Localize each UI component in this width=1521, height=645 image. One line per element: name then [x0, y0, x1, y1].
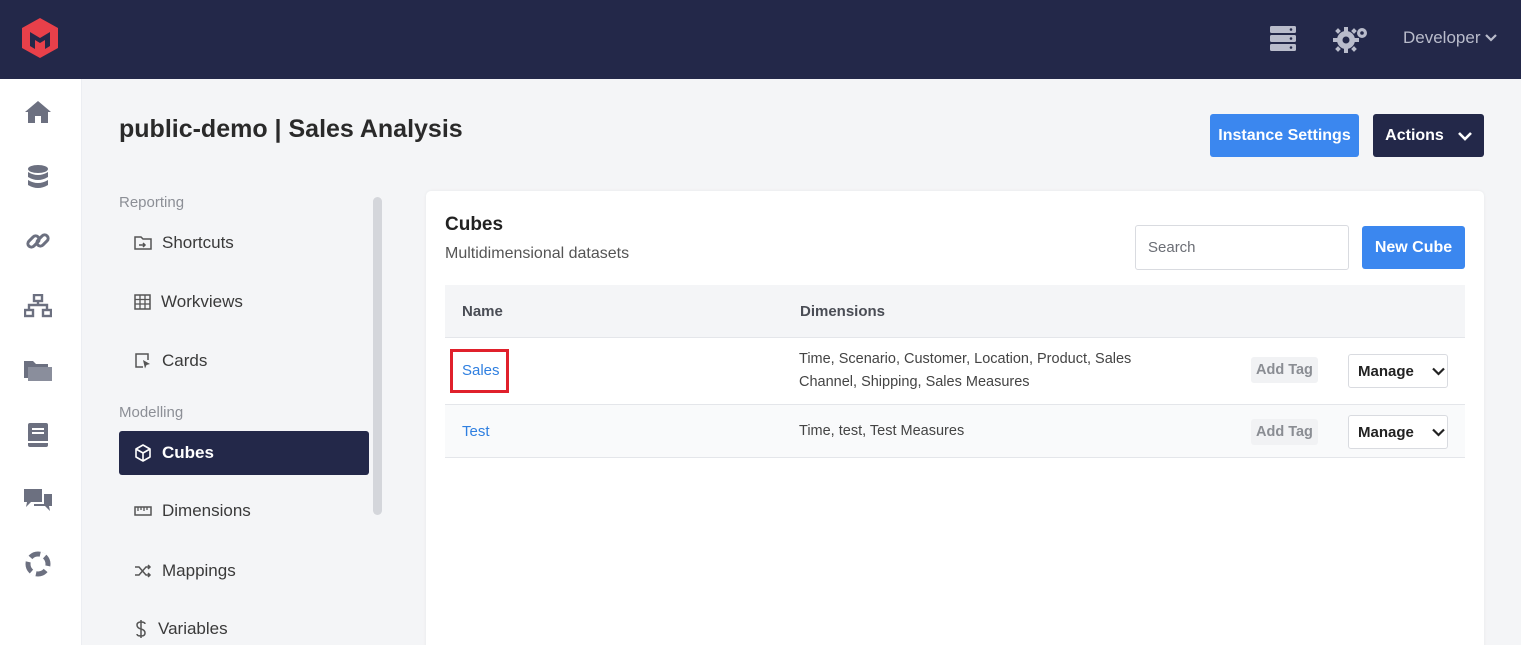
nav-item-dimensions[interactable]: Dimensions [119, 489, 369, 533]
nav-item-label: Cards [162, 351, 208, 370]
ruler-icon [134, 506, 152, 516]
chevron-down-icon [1484, 34, 1497, 42]
page-title: public-demo | Sales Analysis [119, 115, 463, 143]
card-subtitle: Multidimensional datasets [445, 245, 630, 262]
cube-link-test[interactable]: Test [462, 423, 490, 440]
section-nav: Reporting Shortcuts Workviews Cards Mode… [119, 190, 371, 645]
folder-icon[interactable] [22, 354, 54, 386]
table-row: Sales Time, Scenario, Customer, Location… [445, 338, 1465, 405]
sitemap-icon[interactable] [22, 290, 54, 322]
actions-button-label: Actions [1385, 126, 1444, 144]
cube-icon [135, 444, 151, 462]
user-menu[interactable]: Developer [1403, 28, 1497, 48]
lifebuoy-icon[interactable] [22, 548, 54, 580]
nav-item-label: Variables [158, 619, 228, 638]
database-icon[interactable] [22, 161, 54, 193]
cube-dimensions: Time, Scenario, Customer, Location, Prod… [799, 351, 1132, 390]
card-pointer-icon [135, 353, 150, 369]
add-tag-button[interactable]: Add Tag [1251, 357, 1318, 383]
cube-dimensions: Time, test, Test Measures [799, 423, 965, 439]
nav-item-variables[interactable]: Variables [119, 607, 369, 645]
card-title: Cubes [445, 214, 504, 235]
brand-logo[interactable] [18, 16, 62, 60]
top-bar: Developer [0, 0, 1521, 79]
table-icon [134, 294, 151, 310]
manage-dropdown[interactable]: Manage [1348, 354, 1448, 388]
add-tag-button[interactable]: Add Tag [1251, 419, 1318, 445]
instance-settings-button[interactable]: Instance Settings [1210, 114, 1359, 157]
nav-section-modelling: Modelling [119, 404, 184, 421]
link-icon[interactable] [22, 225, 54, 257]
nav-item-workviews[interactable]: Workviews [119, 280, 369, 324]
book-icon[interactable] [22, 419, 54, 451]
nav-item-label: Cubes [162, 443, 214, 462]
chevron-down-icon [1432, 367, 1445, 376]
nav-item-cards[interactable]: Cards [119, 339, 369, 383]
nav-item-label: Workviews [161, 292, 243, 311]
column-header-dimensions[interactable]: Dimensions [800, 303, 885, 320]
search-input[interactable] [1135, 225, 1349, 270]
cubes-card: Cubes Multidimensional datasets New Cube… [426, 191, 1484, 645]
nav-item-label: Mappings [162, 561, 236, 580]
nav-item-cubes[interactable]: Cubes [119, 431, 369, 475]
shuffle-icon [135, 564, 152, 578]
cube-link-sales[interactable]: Sales [462, 362, 500, 379]
nav-item-shortcuts[interactable]: Shortcuts [119, 221, 369, 265]
nav-scrollbar[interactable] [373, 197, 382, 515]
chevron-down-icon [1457, 131, 1472, 141]
new-cube-button[interactable]: New Cube [1362, 226, 1465, 269]
nav-item-label: Dimensions [162, 501, 251, 520]
server-icon[interactable] [1269, 24, 1297, 57]
cubes-table: Name Dimensions Sales Time, Scenario, Cu… [445, 285, 1465, 458]
icon-rail [0, 79, 82, 645]
manage-dropdown[interactable]: Manage [1348, 415, 1448, 449]
chevron-down-icon [1432, 428, 1445, 437]
manage-label: Manage [1358, 423, 1414, 441]
table-row: Test Time, test, Test Measures Add Tag M… [445, 405, 1465, 458]
manage-label: Manage [1358, 362, 1414, 380]
dollar-icon [136, 620, 146, 638]
column-header-name[interactable]: Name [462, 303, 503, 320]
folder-shortcut-icon [134, 236, 152, 250]
home-icon[interactable] [22, 96, 54, 128]
actions-button[interactable]: Actions [1373, 114, 1484, 157]
comments-icon[interactable] [22, 484, 54, 516]
nav-item-label: Shortcuts [162, 233, 234, 252]
gears-icon[interactable] [1333, 24, 1369, 59]
user-menu-label: Developer [1403, 28, 1481, 47]
nav-section-reporting: Reporting [119, 194, 185, 211]
nav-item-mappings[interactable]: Mappings [119, 549, 369, 593]
table-header: Name Dimensions [445, 285, 1465, 338]
